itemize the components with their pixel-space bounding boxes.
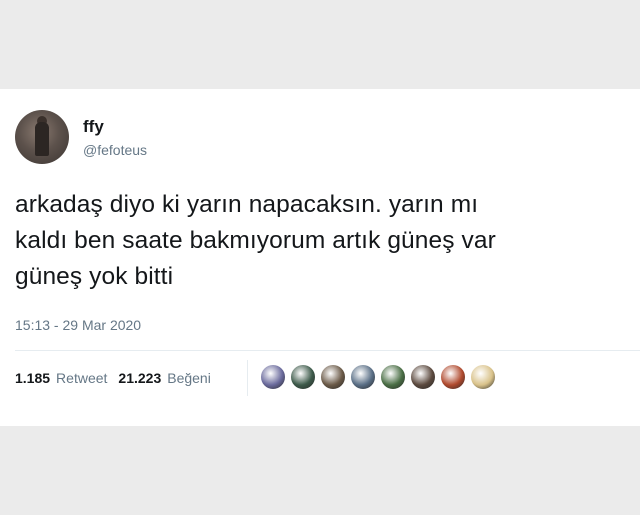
retweet-label[interactable]: Retweet <box>56 370 107 386</box>
user-handle[interactable]: @fefoteus <box>83 142 147 158</box>
liker-avatar[interactable] <box>409 363 437 391</box>
avatar-figure-body <box>35 122 49 156</box>
like-label[interactable]: Beğeni <box>167 370 211 386</box>
tweet-text-line: arkadaş diyo ki yarın napacaksın. yarın … <box>15 191 479 218</box>
tweet-timestamp[interactable]: 15:13 - 29 Mar 2020 <box>15 317 141 333</box>
liker-avatar[interactable] <box>379 363 407 391</box>
liker-avatar[interactable] <box>259 363 287 391</box>
liker-avatar[interactable] <box>319 363 347 391</box>
retweet-count[interactable]: 1.185 <box>15 370 50 386</box>
stats-separator <box>247 360 248 396</box>
liker-avatar[interactable] <box>439 363 467 391</box>
avatar[interactable] <box>15 110 69 164</box>
liker-avatar[interactable] <box>469 363 497 391</box>
tweet-text-line: kaldı ben saate bakmıyorum artık güneş v… <box>15 227 496 254</box>
engagement-stats: 1.185 Retweet 21.223 Beğeni <box>15 370 211 386</box>
liker-avatar[interactable] <box>289 363 317 391</box>
tweet-text-line: güneş yok bitti <box>15 263 174 290</box>
divider <box>15 350 640 351</box>
display-name[interactable]: ffy <box>83 117 104 137</box>
like-count[interactable]: 21.223 <box>118 370 161 386</box>
liker-avatars <box>259 363 499 391</box>
liker-avatar[interactable] <box>349 363 377 391</box>
tweet-text: arkadaş diyo ki yarın napacaksın. yarın … <box>15 187 625 295</box>
